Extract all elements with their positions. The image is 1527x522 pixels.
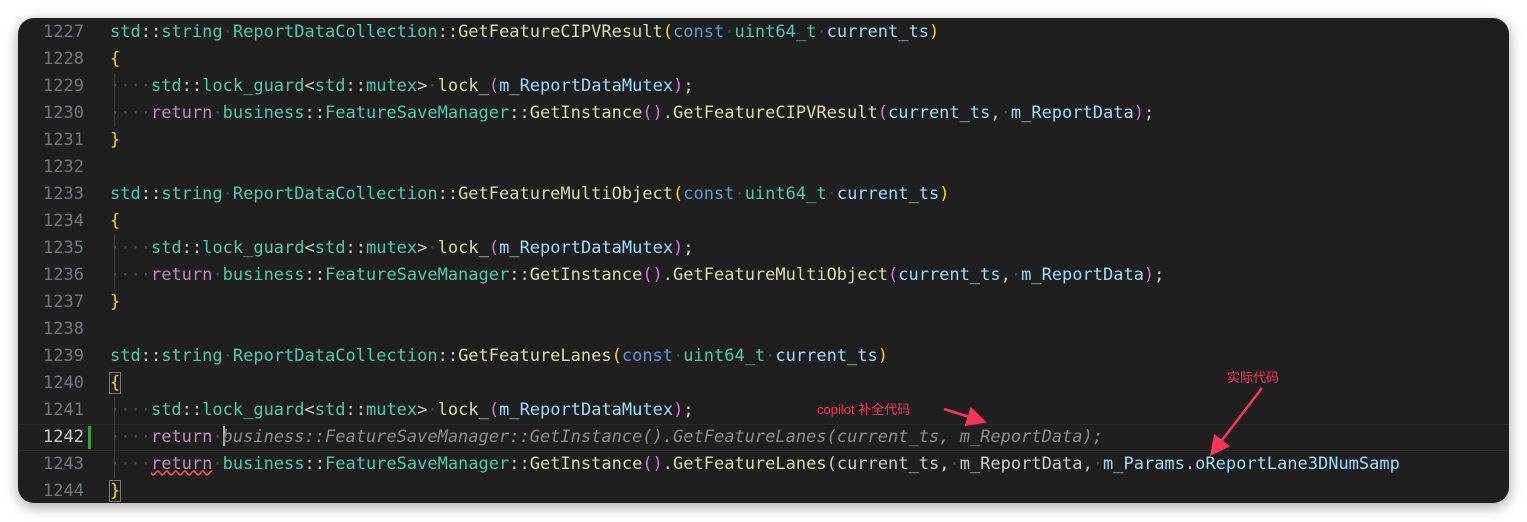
line-number: 1244 <box>43 481 84 501</box>
code-text[interactable]: ····return·business::FeatureSaveManager:… <box>110 451 1400 478</box>
code-text[interactable]: std::string·ReportDataCollection::GetFea… <box>110 181 949 208</box>
line-number: 1236 <box>43 265 84 285</box>
code-text[interactable]: ····std::lock_guard<std::mutex>·lock_(m_… <box>110 73 694 100</box>
code-text[interactable]: } <box>108 478 122 503</box>
code-line: 1244 } <box>18 478 1509 503</box>
code-line: 1238 <box>18 316 1509 343</box>
code-line: 1239 std::string·ReportDataCollection::G… <box>18 343 1509 370</box>
code-line: 1235 ····std::lock_guard<std::mutex>·loc… <box>18 235 1509 262</box>
line-number: 1241 <box>43 400 84 420</box>
line-number: 1243 <box>43 454 84 474</box>
line-number: 1237 <box>43 292 84 312</box>
line-number: 1230 <box>43 103 84 123</box>
code-line: 1230 ····return·business::FeatureSaveMan… <box>18 100 1509 127</box>
actual-code-annotation-label: 实际代码 <box>1227 370 1280 385</box>
matched-bracket: { <box>108 372 122 394</box>
code-text[interactable]: ····return·business::FeatureSaveManager:… <box>110 100 1154 127</box>
copilot-suggestion[interactable]: business::FeatureSaveManager::GetInstanc… <box>223 427 1103 447</box>
code-line-active: 1242 ····return·business::FeatureSaveMan… <box>18 424 1509 451</box>
code-text[interactable]: std::string·ReportDataCollection::GetFea… <box>110 19 939 46</box>
line-number: 1227 <box>43 22 84 42</box>
code-line: 1243 ····return·business::FeatureSaveMan… <box>18 451 1509 478</box>
line-number: 1242 <box>43 427 84 447</box>
code-text[interactable]: ····return·business::FeatureSaveManager:… <box>110 262 1164 289</box>
code-line: 1240 { <box>18 370 1509 397</box>
line-number: 1232 <box>43 157 84 177</box>
code-text[interactable]: ····std::lock_guard<std::mutex>·lock_(m_… <box>110 235 694 262</box>
copilot-annotation-label: copilot 补全代码 <box>817 402 911 417</box>
code-editor-window: 1227 std::string·ReportDataCollection::G… <box>18 18 1509 503</box>
error-squiggle: return <box>150 454 213 474</box>
code-line: 1228 { <box>18 46 1509 73</box>
code-line: 1237 } <box>18 289 1509 316</box>
code-text[interactable]: } <box>110 127 120 154</box>
line-number: 1235 <box>43 238 84 258</box>
code-line: 1233 std::string·ReportDataCollection::G… <box>18 181 1509 208</box>
line-number: 1231 <box>43 130 84 150</box>
line-number: 1239 <box>43 346 84 366</box>
code-text[interactable]: { <box>110 208 120 235</box>
code-line: 1236 ····return·business::FeatureSaveMan… <box>18 262 1509 289</box>
code-text[interactable]: { <box>108 370 122 397</box>
code-text[interactable]: ····return·business::FeatureSaveManager:… <box>110 424 1103 451</box>
code-text[interactable]: } <box>110 289 120 316</box>
matched-bracket: } <box>108 480 122 502</box>
code-line: 1234 { <box>18 208 1509 235</box>
code-line: 1231 } <box>18 127 1509 154</box>
line-number: 1240 <box>43 373 84 393</box>
line-number: 1233 <box>43 184 84 204</box>
code-text[interactable]: { <box>110 46 120 73</box>
modified-line-marker <box>88 426 91 449</box>
code-line: 1241 ····std::lock_guard<std::mutex>·loc… <box>18 397 1509 424</box>
line-number: 1234 <box>43 211 84 231</box>
line-number: 1238 <box>43 319 84 339</box>
code-text[interactable]: ····std::lock_guard<std::mutex>·lock_(m_… <box>110 397 694 424</box>
line-number: 1228 <box>43 49 84 69</box>
code-line: 1229 ····std::lock_guard<std::mutex>·loc… <box>18 73 1509 100</box>
code-line: 1232 <box>18 154 1509 181</box>
line-number: 1229 <box>43 76 84 96</box>
code-text[interactable]: std::string·ReportDataCollection::GetFea… <box>110 343 888 370</box>
code-line: 1227 std::string·ReportDataCollection::G… <box>18 19 1509 46</box>
